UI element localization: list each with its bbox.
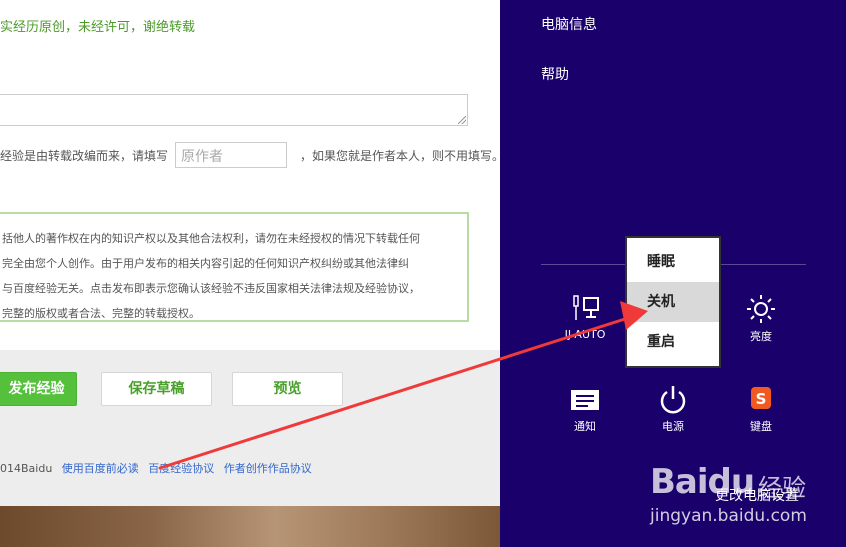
description-textarea[interactable] — [0, 94, 468, 126]
notification-icon — [571, 390, 599, 410]
keyboard-icon: S — [751, 387, 771, 409]
brightness-label: 亮度 — [750, 330, 772, 343]
notification-tile[interactable]: 通知 — [550, 384, 620, 434]
publish-button[interactable]: 发布经验 — [0, 372, 77, 406]
power-menu: 睡眠 关机 重启 — [625, 236, 721, 368]
original-author-input[interactable]: 原作者 — [175, 142, 287, 168]
footer-link-author-agreement[interactable]: 作者创作作品协议 — [224, 462, 312, 475]
notice-line: 完整的版权或者合法、完整的转载授权。 — [2, 307, 200, 320]
svg-text:S: S — [756, 390, 767, 408]
watermark-site: jingyan.baidu.com — [650, 506, 807, 526]
network-tile[interactable]: IJ-AUTO — [550, 294, 620, 341]
resize-grip-icon[interactable] — [458, 116, 466, 124]
copyright-text: 014Baidu — [0, 462, 53, 475]
power-tile[interactable]: 电源 — [638, 384, 708, 434]
pc-info-link[interactable]: 电脑信息 — [541, 14, 597, 34]
power-label: 电源 — [662, 420, 684, 433]
article-editor-page: 实经历原创，未经许可，谢绝转载 经验是由转载改编而来，请填写 原作者 ，如果您就… — [0, 0, 500, 547]
menu-item-sleep[interactable]: 睡眠 — [627, 242, 719, 282]
reprint-text-after: ，如果您就是作者本人，则不用填写。 — [300, 149, 500, 163]
help-link[interactable]: 帮助 — [541, 64, 569, 84]
network-icon — [573, 295, 599, 320]
reprint-text-before: 经验是由转载改编而来，请填写 — [0, 149, 169, 163]
menu-item-restart[interactable]: 重启 — [627, 322, 719, 362]
power-icon — [660, 386, 686, 414]
reprint-row: 经验是由转载改编而来，请填写 原作者 ，如果您就是作者本人，则不用填写。 — [0, 142, 500, 168]
preview-button[interactable]: 预览 — [232, 372, 343, 406]
background-strip — [0, 506, 500, 547]
origin-note: 实经历原创，未经许可，谢绝转载 — [0, 20, 196, 35]
keyboard-label: 键盘 — [750, 420, 772, 433]
notice-line: 完全由您个人创作。由于用户发布的相关内容引起的任何知识产权纠纷或其他法律纠 — [2, 257, 409, 270]
copyright-notice: 括他人的著作权在内的知识产权以及其他合法权利，请勿在未经授权的情况下转载任何 完… — [0, 212, 469, 322]
save-draft-button[interactable]: 保存草稿 — [101, 372, 212, 406]
change-pc-settings-link[interactable]: 更改电脑设置 — [715, 485, 799, 505]
notice-line: 与百度经验无关。点击发布即表示您确认该经验不违反国家相关法律法规及经验协议， — [2, 282, 420, 295]
brightness-icon — [747, 295, 775, 323]
menu-item-shutdown[interactable]: 关机 — [627, 282, 719, 322]
footer-link-agreement[interactable]: 百度经验协议 — [148, 462, 214, 475]
keyboard-tile[interactable]: S 键盘 — [726, 384, 796, 434]
brightness-tile[interactable]: 亮度 — [726, 294, 796, 344]
footer-link-must-read[interactable]: 使用百度前必读 — [62, 462, 139, 475]
network-label: IJ-AUTO — [564, 328, 606, 341]
footer: 014Baidu 使用百度前必读 百度经验协议 作者创作作品协议 — [0, 460, 318, 476]
notice-line: 括他人的著作权在内的知识产权以及其他合法权利，请勿在未经授权的情况下转载任何 — [2, 232, 420, 245]
notification-label: 通知 — [574, 420, 596, 433]
